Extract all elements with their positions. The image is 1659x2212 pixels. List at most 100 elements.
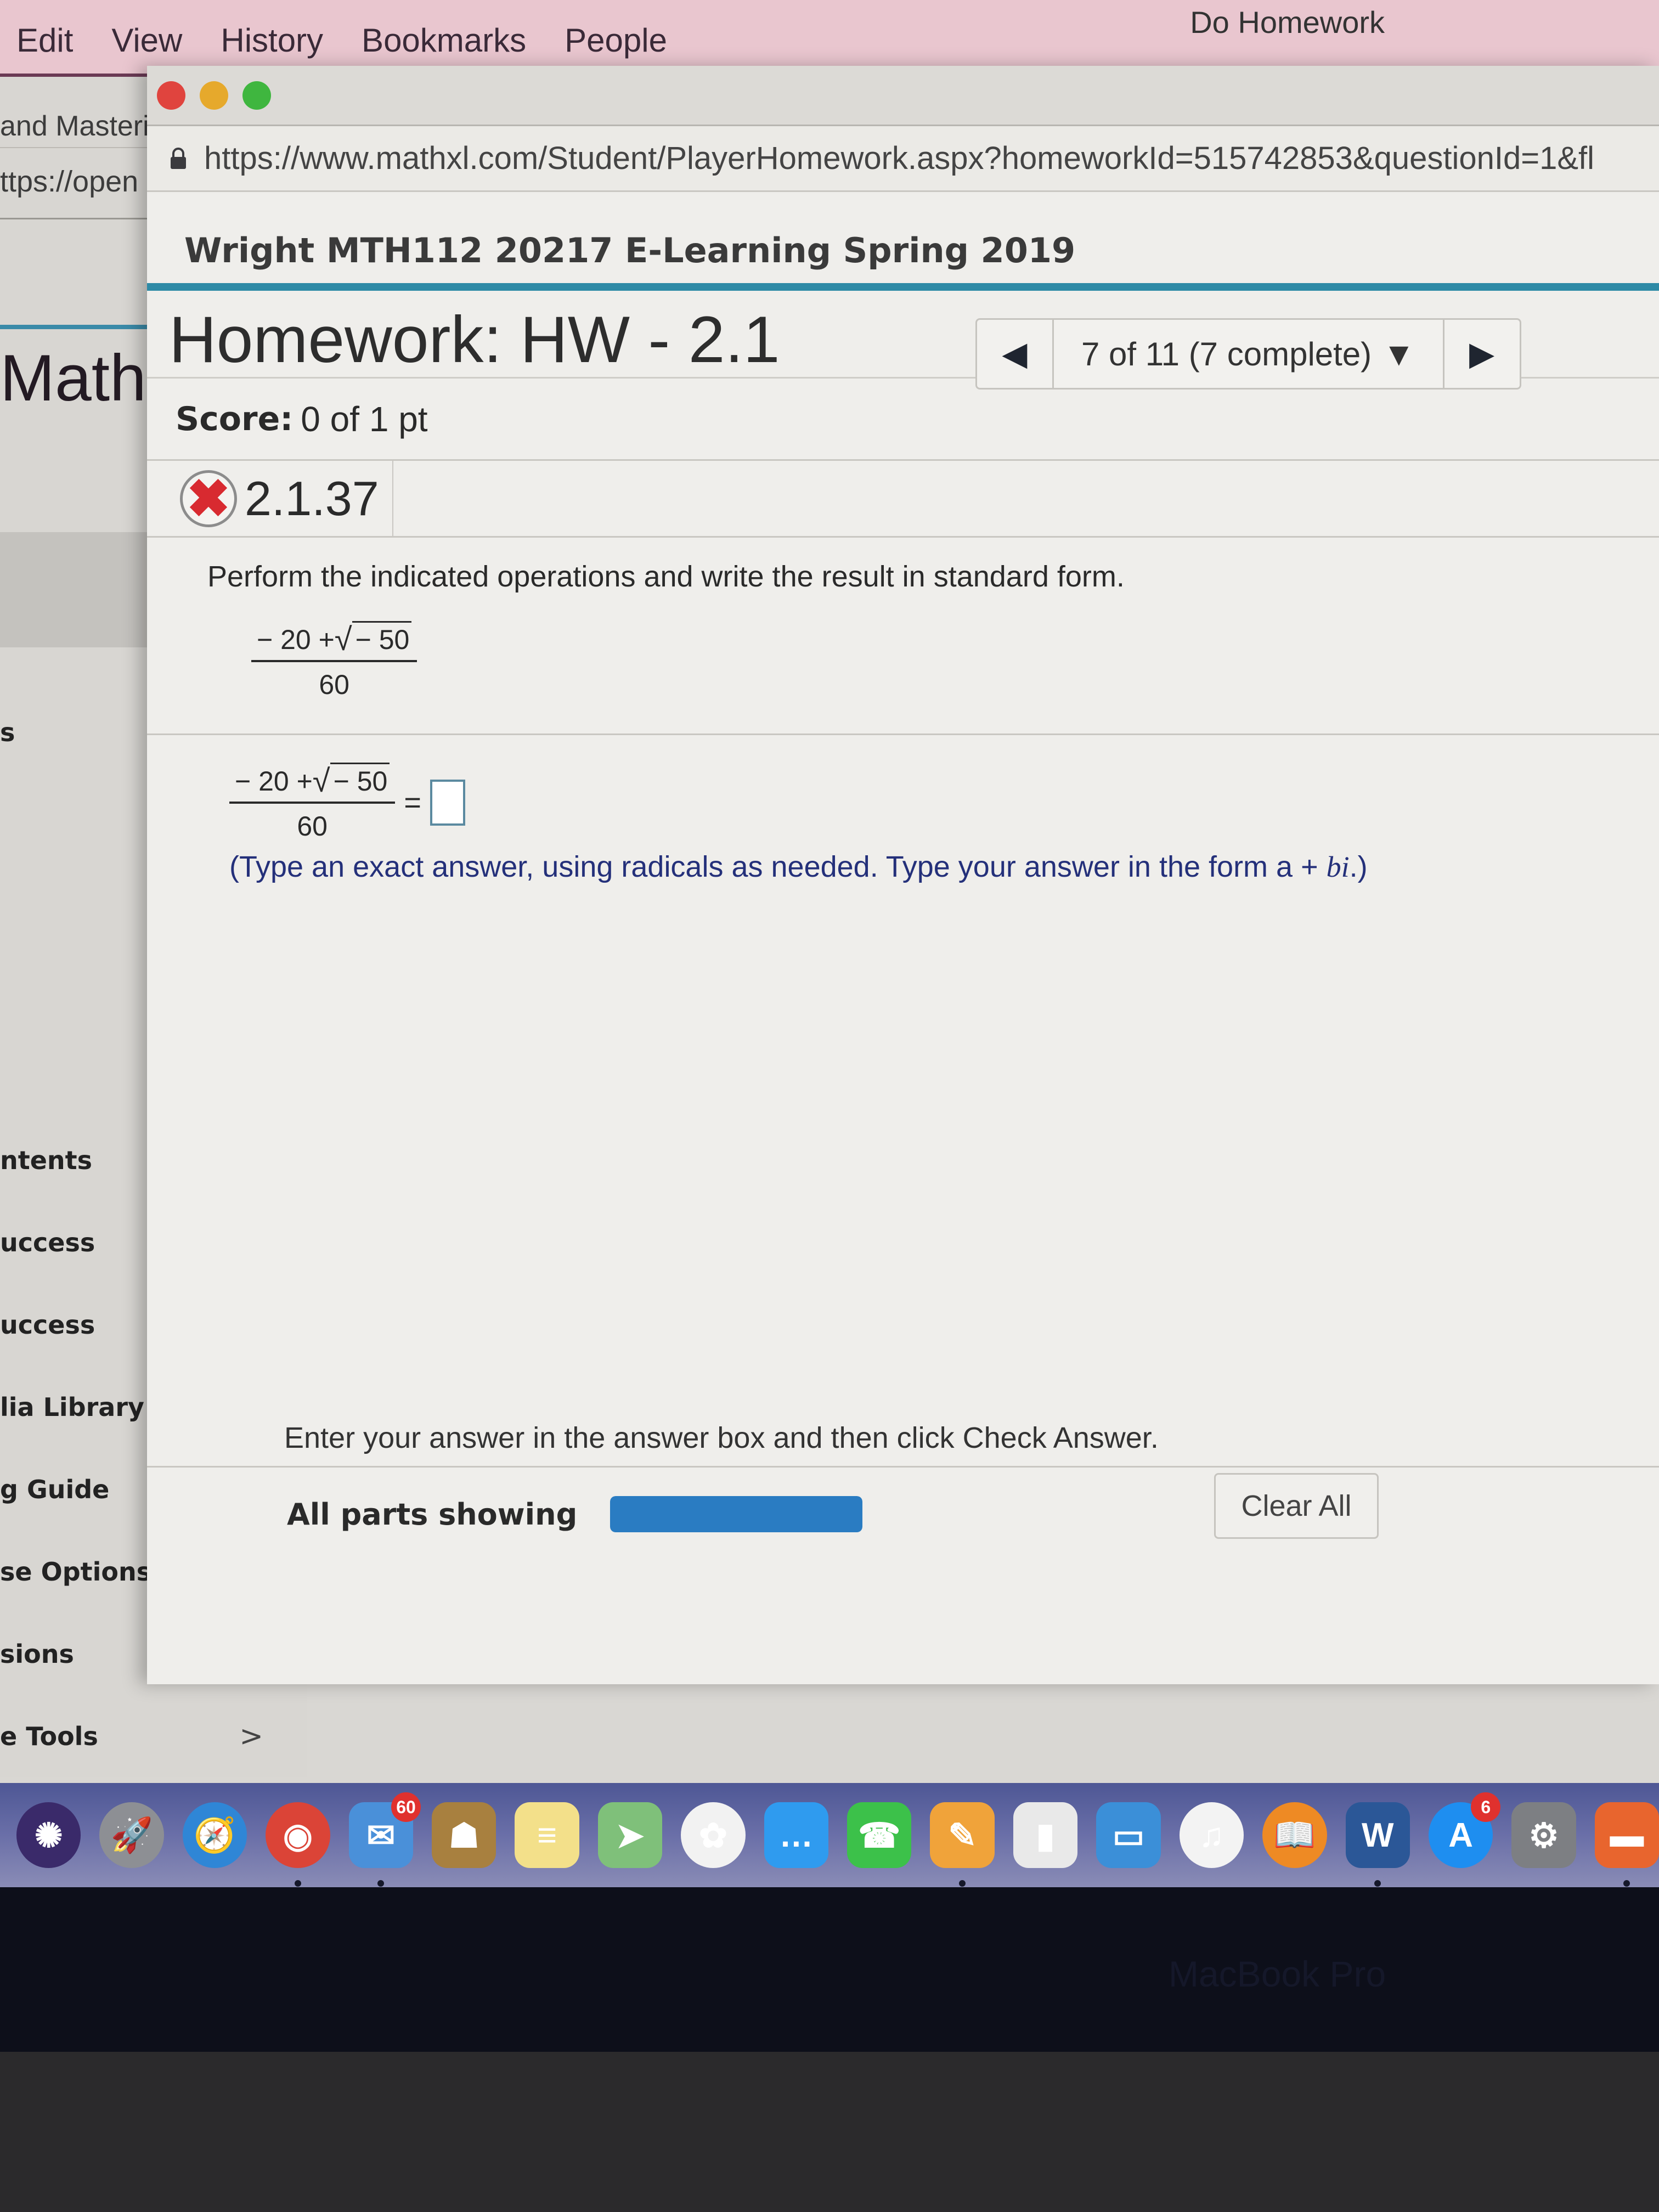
running-indicator [1374,1880,1381,1887]
dock-app-app-store[interactable]: A6 [1428,1792,1501,1868]
facetime-icon: ☎ [858,1816,901,1855]
dock: ✺ 🚀 🧭 ◉ ✉ 60 ☗ ≡ ➤ ✿ … ☎ ✎ ▮ ▭ ♫ 📖 W A 6 ⚙ ▬ [0,1783,1659,1887]
menu-view[interactable]: View [111,21,182,59]
window-title: Do Homework [1190,5,1385,40]
hint-prefix: (Type an exact answer, using radicals as… [229,850,1327,883]
footer-bar: All parts showing Clear All [147,1468,1659,1561]
fraction-denominator: 60 [319,669,349,700]
score-row: Score: 0 of 1 pt [147,379,1659,461]
dock-app-launchpad[interactable]: 🚀 [99,1802,164,1868]
chevron-right-icon: > [239,1720,263,1753]
question-navigator: ◀ 7 of 11 (7 complete) ▼ ▶ [975,318,1521,390]
clear-all-button[interactable]: Clear All [1214,1473,1379,1539]
dock-app-mail[interactable]: ✉ 60 [348,1792,421,1887]
app-store-icon: A [1448,1816,1473,1854]
url-text[interactable]: https://www.mathxl.com/Student/PlayerHom… [204,140,1594,177]
minimize-window-button[interactable] [200,81,228,110]
equals-sign: = [404,786,421,819]
window-titlebar [147,66,1659,126]
fraction-numerator: − 20 + √ − 50 [229,763,396,804]
previous-question-button[interactable]: ◀ [977,320,1054,388]
triangle-down-icon: ▼ [1383,335,1415,373]
question-number: 2.1.37 [245,471,379,526]
answer-area: − 20 + √ − 50 60 = (Type an exact answer… [147,735,1659,1421]
menu-edit[interactable]: Edit [16,21,73,59]
numerator-prefix: − 20 + [235,766,313,797]
contacts-icon: ☗ [448,1816,479,1855]
hint-suffix: .) [1349,850,1368,883]
nav-label: se Options [0,1557,152,1587]
homework-header: Homework: HW - 2.1 ◀ 7 of 11 (7 complete… [147,291,1659,390]
parts-progress-fill [610,1496,863,1532]
nav-item-tools[interactable]: e Tools > [0,1695,285,1778]
next-question-button[interactable]: ▶ [1442,320,1520,388]
dock-app-notes[interactable]: ≡ [515,1802,579,1868]
nav-label: e Tools [0,1722,98,1751]
homework-window: https://www.mathxl.com/Student/PlayerHom… [147,66,1659,1684]
safari-icon: 🧭 [193,1816,236,1854]
running-indicator [377,1880,385,1887]
fraction-denominator: 60 [297,811,328,842]
notes-icon: ≡ [537,1816,557,1854]
answer-format-hint: (Type an exact answer, using radicals as… [229,850,1659,884]
parts-progress-bar [610,1496,863,1532]
running-indicator [1623,1880,1630,1887]
answer-input[interactable] [430,779,465,826]
maps-icon: ➤ [616,1816,645,1855]
dock-app-system-preferences[interactable]: ⚙ [1511,1802,1576,1868]
menu-bar: Edit View History Bookmarks People Do Ho… [0,0,1659,77]
dock-app-contacts[interactable]: ☗ [432,1802,496,1868]
dock-app-maps[interactable]: ➤ [597,1802,663,1868]
dock-app-safari[interactable]: 🧭 [182,1802,247,1868]
pages-icon: ✎ [948,1816,977,1855]
keynote-icon: ▭ [1112,1816,1145,1855]
hint-bi: bi [1326,850,1350,883]
zoom-window-button[interactable] [242,81,271,110]
menu-people[interactable]: People [565,21,667,59]
dock-app-messages[interactable]: … [764,1802,829,1868]
score-value: 0 of 1 pt [301,399,428,439]
nav-label: ntents [0,1146,93,1175]
notification-badge: 6 [1471,1792,1501,1822]
folder-icon: ▬ [1610,1816,1644,1854]
radical-sign-icon: √ [312,763,330,799]
dock-app-ibooks[interactable]: 📖 [1262,1802,1327,1868]
dock-app-itunes[interactable]: ♫ [1179,1802,1244,1868]
close-window-button[interactable] [157,81,185,110]
dock-app-siri[interactable]: ✺ [16,1802,81,1868]
running-indicator [294,1880,301,1887]
answer-expression-fraction: − 20 + √ − 50 60 [229,763,396,842]
score-label: Score: [176,399,294,438]
dock-app-numbers[interactable]: ▮ [1013,1802,1078,1868]
dock-app-facetime[interactable]: ☎ [847,1802,912,1868]
radical-sign-icon: √ [334,622,352,657]
bezel-label: MacBook Pro [1169,1954,1386,1994]
question-progress-text: 7 of 11 (7 complete) [1081,335,1372,373]
system-preferences-icon: ⚙ [1528,1816,1559,1855]
dock-app-photos[interactable]: ✿ [681,1802,746,1868]
itunes-icon: ♫ [1199,1816,1224,1854]
nav-label: s [0,718,15,747]
dock-app-folder[interactable]: ▬ [1594,1802,1659,1887]
dock-app-microsoft-word[interactable]: W [1345,1802,1410,1887]
nav-label: g Guide [0,1475,110,1504]
numerator-prefix: − 20 + [257,624,335,655]
address-bar[interactable]: https://www.mathxl.com/Student/PlayerHom… [147,126,1659,192]
nav-label: lia Library [0,1392,144,1422]
keyboard-edge [0,2052,1659,2212]
nav-label: uccess [0,1228,95,1257]
nav-label: sions [0,1639,74,1669]
expression-fraction: − 20 + √ − 50 60 [251,621,417,701]
square-root: √ − 50 [335,621,412,656]
chrome-icon: ◉ [283,1816,313,1855]
menu-bookmarks[interactable]: Bookmarks [362,21,526,59]
footer-instruction: Enter your answer in the answer box and … [147,1421,1659,1468]
course-title: Wright MTH112 20217 E-Learning Spring 20… [147,192,1659,291]
nav-label: uccess [0,1310,95,1340]
screen: Edit View History Bookmarks People Do Ho… [0,0,1659,1887]
dock-app-pages[interactable]: ✎ [930,1802,995,1887]
question-select-dropdown[interactable]: 7 of 11 (7 complete) ▼ [1054,320,1443,388]
menu-history[interactable]: History [221,21,323,59]
dock-app-chrome[interactable]: ◉ [266,1802,330,1887]
dock-app-keynote[interactable]: ▭ [1096,1802,1161,1868]
